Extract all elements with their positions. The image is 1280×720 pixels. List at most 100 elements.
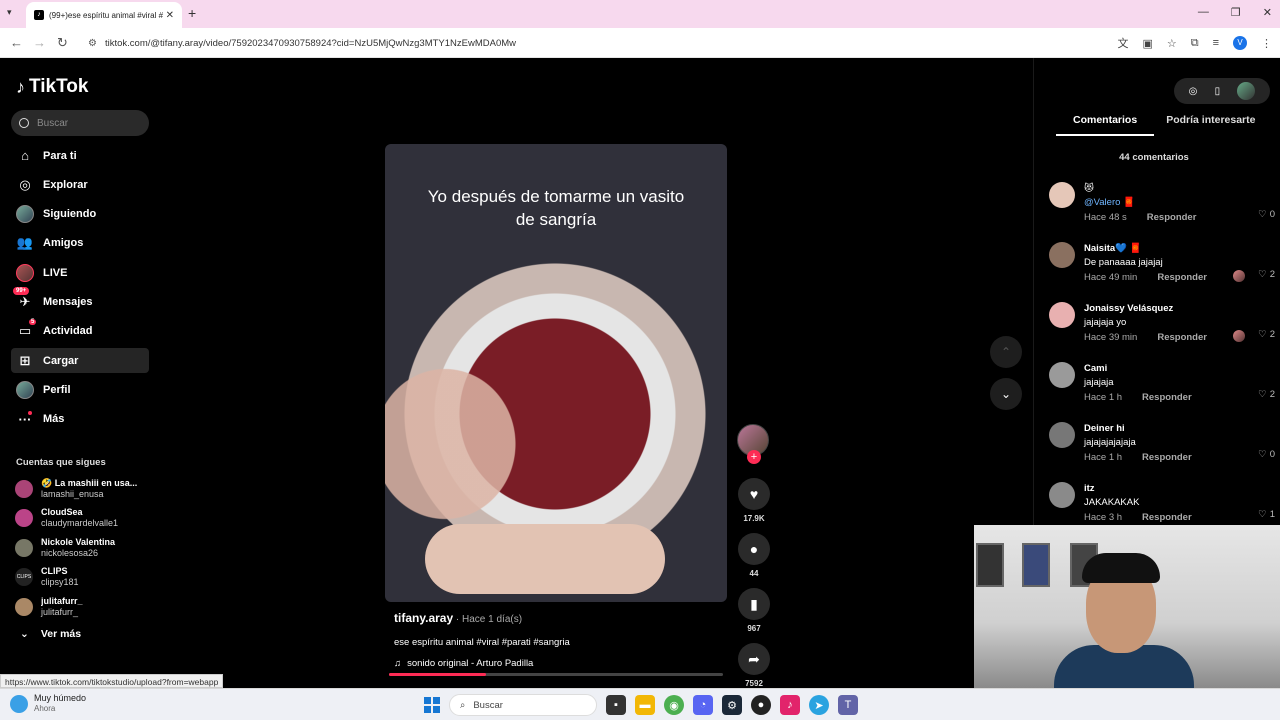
follow-plus-icon[interactable]: + [747, 450, 761, 464]
comment-like-button[interactable]: ♡ 0 [1258, 449, 1275, 460]
minimize-icon[interactable]: — [1198, 6, 1209, 19]
reload-icon[interactable]: ↻ [57, 35, 68, 51]
extensions-icon[interactable]: ⧉ [1191, 37, 1199, 50]
reply-button[interactable]: Responder [1157, 270, 1207, 286]
tab-search-icon[interactable]: ▾ [7, 7, 12, 18]
close-window-icon[interactable]: ✕ [1263, 6, 1272, 19]
comment-author[interactable]: Jonaissy Velásquez [1084, 302, 1207, 316]
nav-item-actividad[interactable]: ▭ 5 Actividad [11, 318, 149, 344]
author-name[interactable]: tifany.aray [394, 611, 453, 625]
nav-item-siguiendo[interactable]: Siguiendo [11, 202, 149, 227]
avatar[interactable] [1049, 422, 1075, 448]
discord-icon[interactable]: ◔ [693, 695, 713, 715]
nav-item-mas[interactable]: ··· Más [11, 407, 149, 432]
reply-button[interactable]: Responder [1142, 390, 1192, 406]
chrome-icon[interactable]: ◉ [664, 695, 684, 715]
nav-item-para-ti[interactable]: ⌂ Para ti [11, 143, 149, 168]
weather-icon [10, 694, 28, 713]
media-controls-icon[interactable]: ≡ [1213, 37, 1219, 49]
wall-poster [976, 543, 1004, 587]
following-account[interactable]: CloudSea claudymardelvalle1 [15, 504, 160, 534]
tiktok-app-icon[interactable]: ♪ [780, 695, 800, 715]
back-icon[interactable]: ← [10, 35, 23, 50]
weather-widget[interactable]: Muy húmedo Ahora [10, 693, 86, 714]
comment-author[interactable]: Cami [1084, 362, 1192, 376]
comment-author[interactable]: 😻 [1084, 182, 1196, 196]
following-account[interactable]: 🤣 La mashiii en usa... lamashii_enusa [15, 474, 160, 504]
comment-like-button[interactable]: ♡ 2 [1258, 389, 1275, 400]
install-app-icon[interactable]: ▣ [1142, 37, 1152, 50]
telegram-icon[interactable]: ➤ [809, 695, 829, 715]
nav-item-mensajes[interactable]: ✈ 99+ Mensajes [11, 287, 149, 314]
restore-icon[interactable]: ❐ [1231, 6, 1241, 19]
teams-icon[interactable]: T [838, 695, 858, 715]
see-more-button[interactable]: ⌄ Ver más [20, 628, 81, 640]
comment-author[interactable]: Naisita💙 🧧 [1084, 242, 1207, 256]
avatar[interactable] [1049, 482, 1075, 508]
site-info-icon[interactable]: ⚙ [88, 38, 97, 49]
comment-text[interactable]: @Valero 🧧 [1084, 196, 1196, 210]
tab-podria-interesarte[interactable]: Podría interesarte [1166, 114, 1255, 136]
reply-button[interactable]: Responder [1142, 510, 1192, 526]
bookmark-star-icon[interactable]: ☆ [1167, 37, 1177, 50]
avatar[interactable] [1049, 182, 1075, 208]
reply-button[interactable]: Responder [1142, 450, 1192, 466]
video-progress-bar[interactable] [389, 673, 723, 676]
like-button[interactable]: ♥ 17.9K [737, 478, 771, 523]
save-count: 967 [747, 624, 761, 633]
tiktok-logo[interactable]: ♪ TikTok [16, 76, 88, 98]
windows-start-icon[interactable] [424, 697, 440, 713]
creator-liked-avatar [1233, 270, 1245, 282]
tab-comentarios[interactable]: Comentarios [1056, 114, 1155, 136]
comment-button[interactable]: ● 44 [737, 533, 771, 578]
comment-like-button[interactable]: ♡ 2 [1258, 329, 1275, 340]
taskbar-search[interactable]: ⌕ Buscar [449, 694, 597, 716]
avatar[interactable] [1049, 302, 1075, 328]
task-view-icon[interactable]: ▪ [606, 695, 626, 715]
comment-like-button[interactable]: ♡ 1 [1258, 509, 1275, 520]
new-tab-button[interactable]: + [188, 5, 196, 21]
reply-button[interactable]: Responder [1157, 330, 1207, 346]
reply-button[interactable]: Responder [1147, 210, 1197, 226]
user-avatar[interactable] [1237, 82, 1256, 100]
comment-author[interactable]: Deiner hi [1084, 422, 1192, 436]
avatar[interactable] [1049, 362, 1075, 388]
following-account[interactable]: julitafurr_ julitafurr_ [15, 592, 160, 622]
nav-item-live[interactable]: LIVE [11, 260, 149, 285]
steam-icon[interactable]: ⚙ [722, 695, 742, 715]
creator-liked-avatar [1233, 330, 1245, 342]
obs-icon[interactable]: ● [751, 695, 771, 715]
nav-item-amigos[interactable]: 👥 Amigos [11, 231, 149, 256]
nav-item-explorar[interactable]: ◎ Explorar [11, 172, 149, 197]
music-link[interactable]: ♫ sonido original - Arturo Padilla [394, 658, 734, 669]
profile-avatar[interactable]: V [1233, 36, 1247, 50]
avatar [15, 538, 33, 557]
like-count: 17.9K [743, 514, 765, 523]
save-button[interactable]: ▮ 967 [737, 588, 771, 633]
share-button[interactable]: ➦ 7592 [737, 643, 771, 688]
avatar[interactable] [1049, 242, 1075, 268]
search-input[interactable]: Buscar [11, 110, 149, 136]
address-bar[interactable]: ⚙ tiktok.com/@tifany.aray/video/75920234… [80, 32, 1165, 54]
close-tab-icon[interactable]: ✕ [166, 10, 174, 21]
video-overlay-caption: Yo después de tomarme un vasito de sangr… [427, 187, 685, 229]
following-account[interactable]: Nickole Valentina nickolesosa26 [15, 533, 160, 563]
compass-icon[interactable]: ◎ [1189, 86, 1198, 97]
comment-author[interactable]: itz [1084, 482, 1192, 496]
comment-icon: ● [738, 533, 770, 565]
nav-item-perfil[interactable]: Perfil [11, 377, 149, 402]
device-icon[interactable]: ▯ [1215, 86, 1221, 97]
comment-like-button[interactable]: ♡ 2 [1258, 269, 1275, 280]
forward-icon[interactable]: → [33, 35, 46, 50]
avatar [15, 597, 33, 616]
creator-avatar[interactable]: + [737, 424, 769, 464]
nav-item-cargar[interactable]: ⊞ Cargar [11, 348, 149, 374]
previous-video-button[interactable]: ⌃ [990, 336, 1022, 368]
following-account[interactable]: CLIPS CLIPS clipsy181 [15, 563, 160, 593]
comment-like-button[interactable]: ♡ 0 [1258, 209, 1275, 220]
translate-icon[interactable]: 文 [1117, 35, 1128, 51]
browser-tab[interactable]: ♪ (99+)ese espíritu animal #viral # ✕ [26, 2, 182, 28]
browser-menu-icon[interactable]: ⋮ [1261, 37, 1272, 50]
next-video-button[interactable]: ⌄ [990, 378, 1022, 410]
file-explorer-icon[interactable]: ▬ [635, 695, 655, 715]
